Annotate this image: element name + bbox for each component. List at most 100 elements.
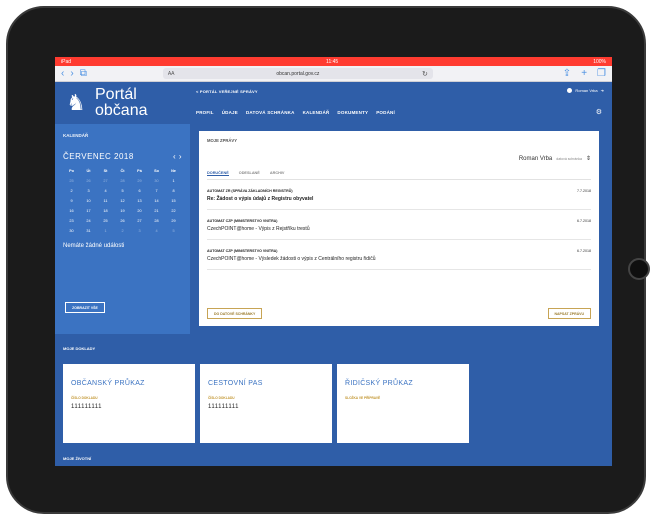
calendar-day[interactable]: 7 [148,189,165,193]
message-item[interactable]: AUTOMAT ZR (SPRÁVA ZÁKLADNÍCH REGISTRŮ) … [207,180,591,210]
nav-udaje[interactable]: ÚDAJE [222,110,238,115]
calendar-day[interactable]: 11 [97,199,114,203]
site-header: ♞ Portál občana < PORTÁL VEŘEJNÉ SPRÁVY … [55,82,612,124]
calendar-day[interactable]: 24 [80,219,97,223]
document-card-rp[interactable]: ŘIDIČSKÝ PRŮKAZ SLOŽKA VE PŘÍPRAVĚ [337,364,469,443]
user-icon [567,88,573,93]
url-bar[interactable]: AA obcan.portal.gov.cz ↻ [162,68,433,79]
main-content: KALENDÁŘ ČERVENEC 2018 ‹ › Po Út St Čt Pá So N… [55,124,612,466]
calendar-day[interactable]: 16 [63,209,80,213]
tab-odeslane[interactable]: ODESLANÉ [239,171,260,176]
calendar-day[interactable]: 17 [80,209,97,213]
bookmarks-icon[interactable]: ⧉ [80,68,87,79]
open-databox-button[interactable]: DO DATOVÉ SCHRÁNKY [207,308,263,319]
calendar-day[interactable]: 3 [80,189,97,193]
calendar-day[interactable]: 9 [63,199,80,203]
mailbox-user[interactable]: Roman Vrba datová schránka ⇕ [519,155,591,162]
calendar-day[interactable]: 30 [148,179,165,183]
messages-title: MOJE ZPRÁVY [207,138,238,143]
tab-archiv[interactable]: ARCHIV [270,171,285,176]
calendar-day[interactable]: 4 [97,189,114,193]
new-tab-icon[interactable]: + [581,68,587,79]
message-date: 7.7.2018 [577,189,591,193]
share-icon[interactable]: ⇪ [563,68,571,79]
calendar-day[interactable]: 23 [63,219,80,223]
logout-icon[interactable]: ➜ [601,88,604,93]
tab-dorucene[interactable]: DORUČENÉ [207,171,229,176]
home-button[interactable] [628,258,650,280]
calendar-day[interactable]: 27 [97,179,114,183]
write-message-button[interactable]: NAPSAT ZPRÁVU [547,308,591,319]
calendar-day[interactable]: 4 [148,229,165,233]
document-name: ŘIDIČSKÝ PRŮKAZ [345,380,413,387]
nav-kalendar[interactable]: KALENDÁŘ [303,110,330,115]
calendar-day[interactable]: 3 [131,229,148,233]
calendar-day[interactable]: 29 [131,179,148,183]
calendar-weekday: Pá [137,169,142,173]
calendar-day[interactable]: 18 [97,209,114,213]
nav-dokumenty[interactable]: DOKUMENTY [337,110,368,115]
message-item[interactable]: AUTOMAT CZP (MINISTERSTVO VNITRA) CzechP… [207,210,591,240]
calendar-day[interactable]: 6 [131,189,148,193]
message-subject: CzechPOINT@home - Výpis z Rejstříku tres… [207,226,310,232]
calendar-day[interactable]: 20 [131,209,148,213]
top-nav: PROFIL ÚDAJE DATOVÁ SCHRÁNKA KALENDÁŘ DO… [196,110,395,115]
safari-toolbar: ‹ › ⧉ AA obcan.portal.gov.cz ↻ ⇪ + ❐ [55,66,612,82]
calendar-day[interactable]: 13 [131,199,148,203]
document-card-op[interactable]: OBČANSKÝ PRŮKAZ ČÍSLO DOKLADU 111111111 [63,364,195,443]
nav-datova-schranka[interactable]: DATOVÁ SCHRÁNKA [246,110,295,115]
tabs-icon[interactable]: ❐ [597,68,606,79]
nav-profil[interactable]: PROFIL [196,110,214,115]
calendar-day[interactable]: 21 [148,209,165,213]
calendar-day[interactable]: 30 [63,229,80,233]
nav-podani[interactable]: PODÁNÍ [376,110,395,115]
calendar-weekday: St [103,169,108,173]
calendar-day[interactable]: 31 [80,229,97,233]
calendar-day[interactable]: 2 [63,189,80,193]
calendar-day[interactable]: 29 [165,219,182,223]
calendar-day[interactable]: 27 [131,219,148,223]
calendar-day[interactable]: 22 [165,209,182,213]
calendar-day[interactable]: 5 [165,229,182,233]
calendar-day[interactable]: 25 [97,219,114,223]
message-date: 6.7.2018 [577,219,591,223]
calendar-day[interactable]: 26 [114,219,131,223]
document-label: SLOŽKA VE PŘÍPRAVĚ [345,396,381,400]
calendar-arrows[interactable]: ‹ › [173,152,182,161]
message-date: 6.7.2018 [577,249,591,253]
message-item[interactable]: AUTOMAT CZP (MINISTERSTVO VNITRA) CzechP… [207,240,591,270]
calendar-day[interactable]: 28 [114,179,131,183]
forward-icon[interactable]: › [70,68,73,79]
show-all-button[interactable]: ZOBRAZIT VŠE [65,302,105,313]
calendar-day[interactable]: 25 [63,179,80,183]
calendar-day[interactable]: 19 [114,209,131,213]
back-icon[interactable]: ‹ [61,68,64,79]
calendar-day[interactable]: 8 [165,189,182,193]
calendar-day[interactable]: 26 [80,179,97,183]
document-card-pas[interactable]: CESTOVNÍ PAS ČÍSLO DOKLADU 111111111 [200,364,332,443]
status-bar: iPad 11:45 100% [55,57,612,66]
calendar-day[interactable]: 1 [97,229,114,233]
reader-aa[interactable]: AA [168,71,175,77]
site-logo[interactable]: ♞ Portál občana [55,82,190,124]
documents-title: MOJE DOKLADY [63,346,96,351]
url-text: obcan.portal.gov.cz [276,70,320,77]
calendar-day[interactable]: 28 [148,219,165,223]
breadcrumb[interactable]: < PORTÁL VEŘEJNÉ SPRÁVY [196,89,258,94]
calendar-day[interactable]: 2 [114,229,131,233]
status-right: 100% [593,58,606,65]
reload-icon[interactable]: ↻ [422,70,428,78]
calendar-weekday: So [154,169,159,173]
settings-icon[interactable]: ⚙ [596,108,602,116]
calendar-month: ČERVENEC 2018 [63,152,134,161]
calendar-day[interactable]: 15 [165,199,182,203]
calendar-day[interactable]: 14 [148,199,165,203]
mailbox-toggle-icon[interactable]: ⇕ [586,155,591,162]
message-from: AUTOMAT ZR (SPRÁVA ZÁKLADNÍCH REGISTRŮ) [207,189,293,193]
calendar-day[interactable]: 5 [114,189,131,193]
calendar-day[interactable]: 12 [114,199,131,203]
calendar-day[interactable]: 1 [165,179,182,183]
user-menu[interactable]: Roman Vrba ➜ [567,88,604,93]
calendar-day[interactable]: 10 [80,199,97,203]
message-subject: CzechPOINT@home - Výsledek žádosti o výp… [207,256,376,262]
